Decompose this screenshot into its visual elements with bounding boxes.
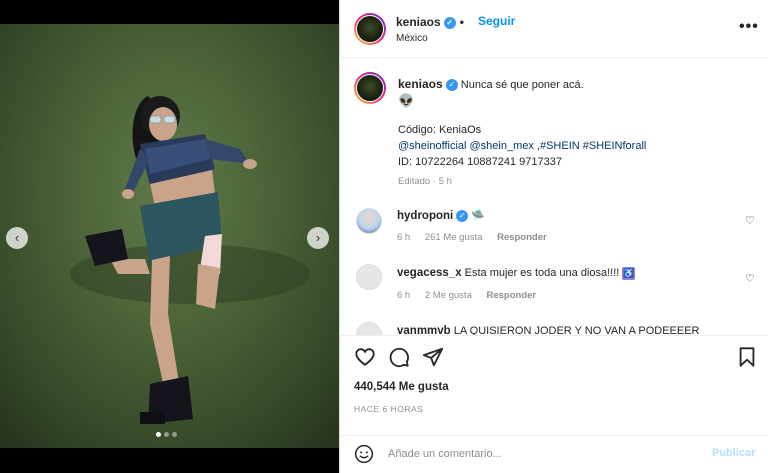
follow-button[interactable]: Seguir — [478, 14, 515, 28]
post-panel: keniaos ✓ • Seguir México ••• keniaos ✓ Nun… — [339, 0, 768, 473]
likes-count[interactable]: 440,544 Me gusta — [354, 381, 449, 393]
posted-time[interactable]: HACE 6 HORAS — [354, 404, 423, 414]
author-avatar[interactable] — [354, 13, 386, 45]
comment-username[interactable]: vanmmvb — [397, 325, 451, 335]
carousel-dot — [164, 432, 169, 437]
more-horizontal-icon[interactable]: ••• — [739, 18, 759, 36]
post-header: keniaos ✓ • Seguir México ••• — [340, 0, 768, 58]
comment-body: vanmmvb LA QUISIERON JODER Y NO VAN A PO… — [397, 324, 727, 335]
caption-meta: Editado · 5 h — [398, 174, 748, 190]
heart-icon[interactable]: ♡ — [745, 272, 755, 285]
carousel-dot — [172, 432, 177, 437]
comment-meta: 6 h 261 Me gusta Responder — [397, 232, 559, 243]
publish-button[interactable]: Publicar — [712, 447, 755, 459]
caption-time[interactable]: 5 h — [439, 176, 452, 187]
comment-text: LA QUISIERON JODER Y NO VAN A PODEEEER — [453, 325, 700, 335]
comment-avatar[interactable] — [356, 322, 382, 335]
carousel-indicator — [156, 432, 177, 437]
photo-illustration — [0, 24, 339, 448]
comment-likes[interactable]: 261 Me gusta — [425, 232, 483, 243]
verified-icon: ✓ — [443, 16, 456, 29]
carousel-dot — [156, 432, 161, 437]
author-username-text[interactable]: keniaos — [396, 15, 441, 29]
post-media: ‹ › — [0, 0, 339, 473]
caption-text: Nunca sé que poner acá. — [460, 79, 584, 91]
like-heart-icon[interactable] — [354, 346, 376, 368]
add-comment-bar: Publicar — [340, 435, 768, 473]
caption-id: ID: 10722264 10887241 9717337 — [398, 156, 562, 168]
comment-username[interactable]: vegacess_x — [397, 267, 462, 279]
caption-avatar[interactable] — [354, 72, 386, 104]
edited-label: Editado — [398, 176, 431, 187]
post-caption: keniaos ✓ Nunca sé que poner acá. 👽 Códig… — [398, 76, 748, 190]
comment-time[interactable]: 6 h — [397, 232, 410, 243]
carousel-prev-button[interactable]: ‹ — [6, 227, 28, 249]
comments-list[interactable]: keniaos ✓ Nunca sé que poner acá. 👽 Códig… — [340, 58, 768, 335]
separator-dot: • — [459, 15, 464, 29]
comment-body: vegacess_x Esta mujer es toda una diosa!… — [397, 266, 727, 281]
comment-likes[interactable]: 2 Me gusta — [425, 290, 472, 301]
add-comment-input[interactable] — [388, 445, 688, 463]
author-username[interactable]: keniaos ✓ • — [396, 15, 468, 29]
wheelchair-emoji-icon: ♿ — [622, 266, 636, 280]
share-icon[interactable] — [422, 346, 444, 368]
post-location[interactable]: México — [396, 33, 428, 44]
caption-username[interactable]: keniaos — [398, 77, 443, 91]
heart-icon[interactable]: ♡ — [745, 214, 755, 227]
comment-username[interactable]: hydroponi — [397, 210, 453, 222]
reply-button[interactable]: Responder — [487, 290, 537, 301]
emoji-icon[interactable] — [354, 444, 374, 464]
verified-icon: ✓ — [456, 210, 469, 223]
comment-icon[interactable] — [388, 346, 410, 368]
post-dialog: ‹ › keniaos ✓ • Seguir México ••• keniaos ✓ — [0, 0, 768, 473]
comment-meta: 6 h 2 Me gusta Responder — [397, 290, 548, 301]
caption-tags[interactable]: @sheinofficial @shein_mex ,#SHEIN #SHEIN… — [398, 138, 748, 154]
comment-text: Esta mujer es toda una diosa!!!! — [464, 267, 620, 279]
comment-text: 🛸 — [471, 210, 485, 222]
comment-avatar[interactable] — [356, 264, 382, 290]
reply-button[interactable]: Responder — [497, 232, 547, 243]
post-actions: 440,544 Me gusta HACE 6 HORAS — [340, 335, 768, 435]
comment-body: hydroponi ✓ 🛸 — [397, 209, 727, 224]
bookmark-icon[interactable] — [736, 346, 758, 368]
verified-icon: ✓ — [445, 79, 458, 92]
alien-emoji: 👽 — [398, 93, 415, 108]
comment-time[interactable]: 6 h — [397, 290, 410, 301]
carousel-next-button[interactable]: › — [307, 227, 329, 249]
caption-code: Código: KeniaOs — [398, 124, 482, 136]
comment-avatar[interactable] — [356, 208, 382, 234]
post-photo[interactable] — [0, 24, 339, 448]
